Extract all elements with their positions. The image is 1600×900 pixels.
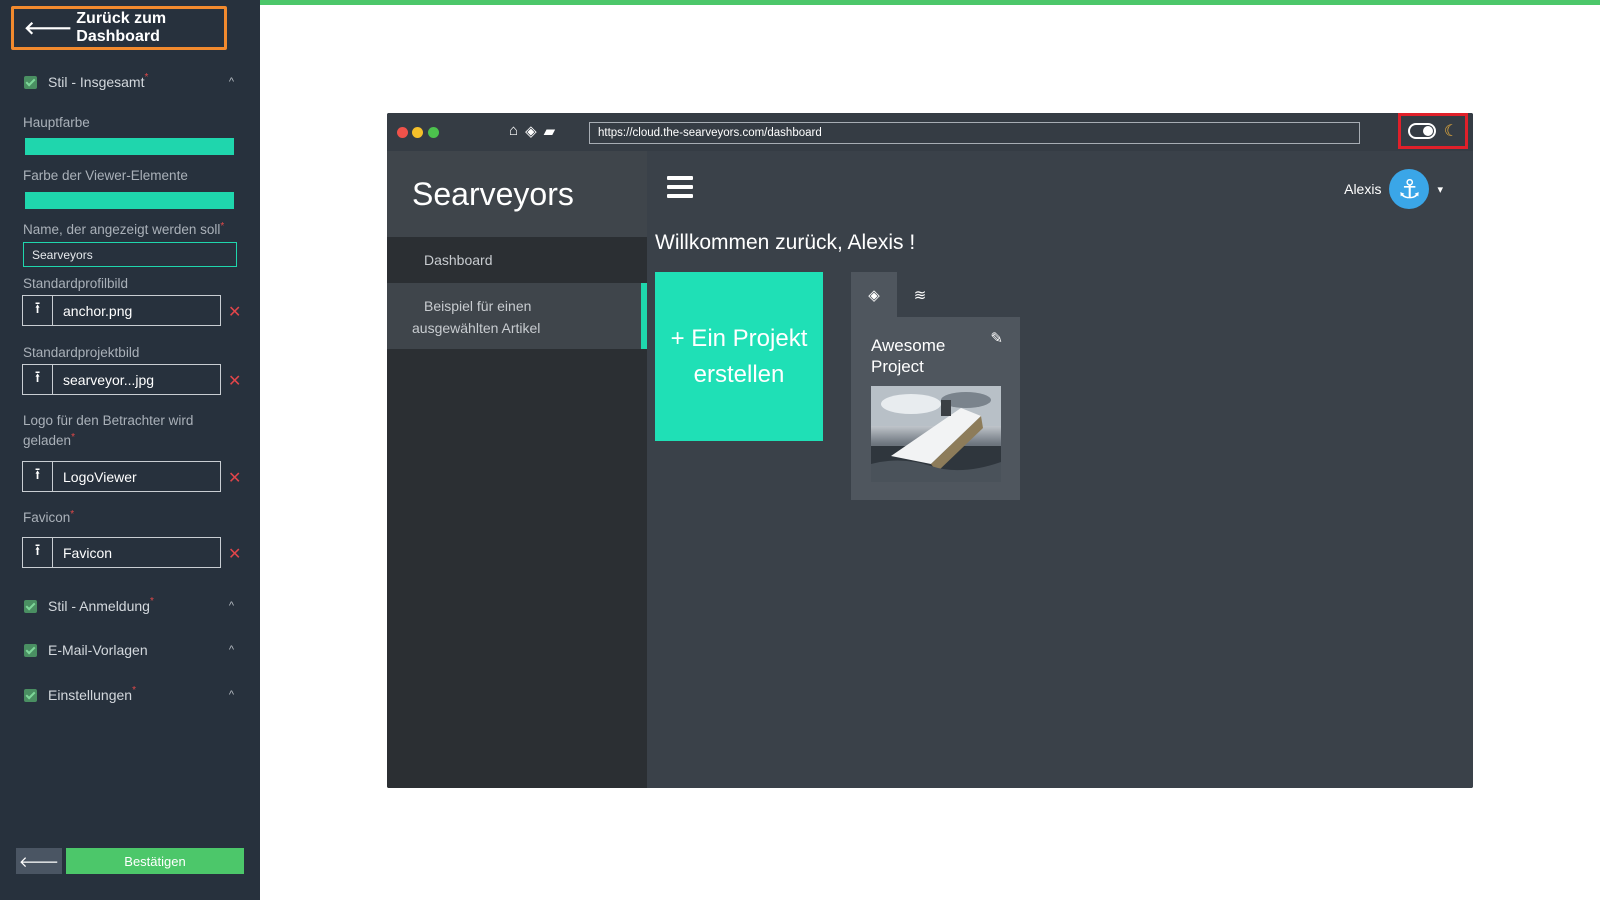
dashboard-preview: ⌂ ◈ ▰ https://cloud.the-searveyors.com/d…: [387, 113, 1473, 788]
main-color-label: Hauptfarbe: [23, 115, 90, 130]
nav-item-selected[interactable]: Beispiel für einen ausgewählten Artikel: [387, 283, 647, 349]
viewer-logo-label: Logo für den Betrachter wird geladen*: [23, 413, 194, 448]
project-tabs: ◈ ≋: [851, 272, 943, 317]
hamburger-menu-icon[interactable]: [667, 176, 693, 198]
ship-image: [871, 386, 1001, 482]
project-pic-upload[interactable]: ⭱ searveyor...jpg: [22, 364, 221, 395]
welcome-heading: Willkommen zurück, Alexis !: [655, 231, 916, 254]
project-title: Awesome Project: [871, 336, 946, 376]
create-project-card[interactable]: + Ein Projekt erstellen: [655, 272, 823, 441]
section-settings-label: Einstellungen: [48, 687, 133, 703]
main-color-picker[interactable]: [25, 138, 234, 155]
home-icon[interactable]: ⌂: [509, 122, 518, 140]
app-main: Alexis ⚓ ▾ Willkommen zurück, Alexis ! +…: [647, 151, 1473, 788]
remove-viewer-logo-icon[interactable]: ✕: [228, 468, 241, 488]
confirm-button[interactable]: Bestätigen: [66, 848, 244, 874]
chevron-up-icon[interactable]: ^: [229, 644, 234, 656]
upload-icon: ⭱: [23, 462, 53, 491]
chevron-up-icon[interactable]: ^: [229, 76, 234, 88]
viewer-logo-filename: LogoViewer: [63, 468, 137, 485]
checkmark-icon: [24, 688, 37, 702]
moon-icon: ☾: [1443, 123, 1459, 140]
arrow-left-icon: 🡐: [24, 17, 73, 38]
section-style-all[interactable]: Stil - Insgesamt * ^: [0, 70, 260, 94]
close-dot: [397, 127, 408, 138]
browser-chrome: ⌂ ◈ ▰ https://cloud.the-searveyors.com/d…: [387, 113, 1473, 151]
cube-icon[interactable]: ◈: [525, 122, 537, 140]
footer-back-button[interactable]: 🡐: [16, 848, 62, 874]
app-brand: Searveyors: [387, 151, 647, 237]
display-name-input[interactable]: [23, 242, 237, 267]
project-pic-label: Standardprojektbild: [23, 345, 140, 360]
section-email-label: E-Mail-Vorlagen: [48, 642, 148, 658]
settings-sidebar: 🡐 Zurück zum Dashboard Stil - Insgesamt *…: [0, 0, 260, 900]
wifi-icon: ≋: [913, 286, 927, 304]
checkmark-icon: [24, 643, 37, 657]
user-menu[interactable]: Alexis ⚓ ▾: [1344, 169, 1443, 209]
upload-icon: ⭱: [23, 296, 53, 325]
section-settings[interactable]: Einstellungen * ^: [0, 683, 260, 707]
minimize-dot: [412, 127, 423, 138]
upload-icon: ⭱: [23, 365, 53, 394]
nav-item-dashboard[interactable]: Dashboard: [387, 237, 647, 283]
profile-pic-filename: anchor.png: [63, 302, 133, 319]
checkmark-icon: [24, 75, 37, 89]
edit-icon[interactable]: ✎: [990, 329, 1003, 347]
remove-profile-pic-icon[interactable]: ✕: [228, 302, 241, 322]
app-sidebar: Searveyors Dashboard Beispiel für einen …: [387, 151, 647, 788]
favicon-filename: Favicon: [63, 544, 113, 561]
toggle-switch-icon[interactable]: [1407, 123, 1436, 139]
project-pic-filename: searveyor...jpg: [63, 371, 155, 388]
user-name: Alexis: [1344, 181, 1382, 197]
dark-mode-toggle[interactable]: ☾: [1398, 113, 1468, 149]
profile-pic-upload[interactable]: ⭱ anchor.png: [22, 295, 221, 326]
url-bar[interactable]: https://cloud.the-searveyors.com/dashboa…: [589, 122, 1360, 144]
section-style-login-label: Stil - Anmeldung: [48, 598, 150, 614]
back-to-dashboard-label: Zurück zum Dashboard: [76, 10, 167, 45]
project-thumbnail: [871, 386, 1001, 482]
project-card[interactable]: Awesome Project ✎: [851, 317, 1020, 500]
tab-3d-model[interactable]: ◈: [851, 272, 897, 317]
tab-wireless[interactable]: ≋: [897, 272, 943, 317]
back-to-dashboard-button[interactable]: 🡐 Zurück zum Dashboard: [11, 6, 227, 50]
chevron-up-icon[interactable]: ^: [229, 689, 234, 701]
chevron-up-icon[interactable]: ^: [229, 600, 234, 612]
viewer-logo-upload[interactable]: ⭱ LogoViewer: [22, 461, 221, 492]
section-style-all-label: Stil - Insgesamt: [48, 74, 145, 90]
progress-line: [260, 0, 1600, 5]
anchor-avatar-icon: ⚓: [1389, 169, 1430, 209]
chevron-down-icon[interactable]: ▾: [1437, 183, 1443, 196]
viewer-color-label: Farbe der Viewer-Elemente: [23, 168, 188, 183]
profile-pic-label: Standardprofilbild: [23, 276, 129, 291]
section-email-templates[interactable]: E-Mail-Vorlagen ^: [0, 638, 260, 662]
arrow-left-icon: 🡐: [18, 853, 60, 871]
remove-favicon-icon[interactable]: ✕: [228, 544, 241, 564]
maximize-dot: [428, 127, 439, 138]
upload-icon: ⭱: [23, 538, 53, 567]
cube-icon: ◈: [868, 286, 880, 304]
display-name-label: Name, der angezeigt werden soll*: [23, 221, 225, 237]
favicon-upload[interactable]: ⭱ Favicon: [22, 537, 221, 568]
remove-project-pic-icon[interactable]: ✕: [228, 371, 241, 391]
section-style-login[interactable]: Stil - Anmeldung * ^: [0, 594, 260, 618]
favicon-label: Favicon*: [23, 509, 75, 525]
viewer-color-picker[interactable]: [25, 192, 234, 209]
ruler-icon[interactable]: ▰: [544, 122, 556, 140]
checkmark-icon: [24, 599, 37, 613]
